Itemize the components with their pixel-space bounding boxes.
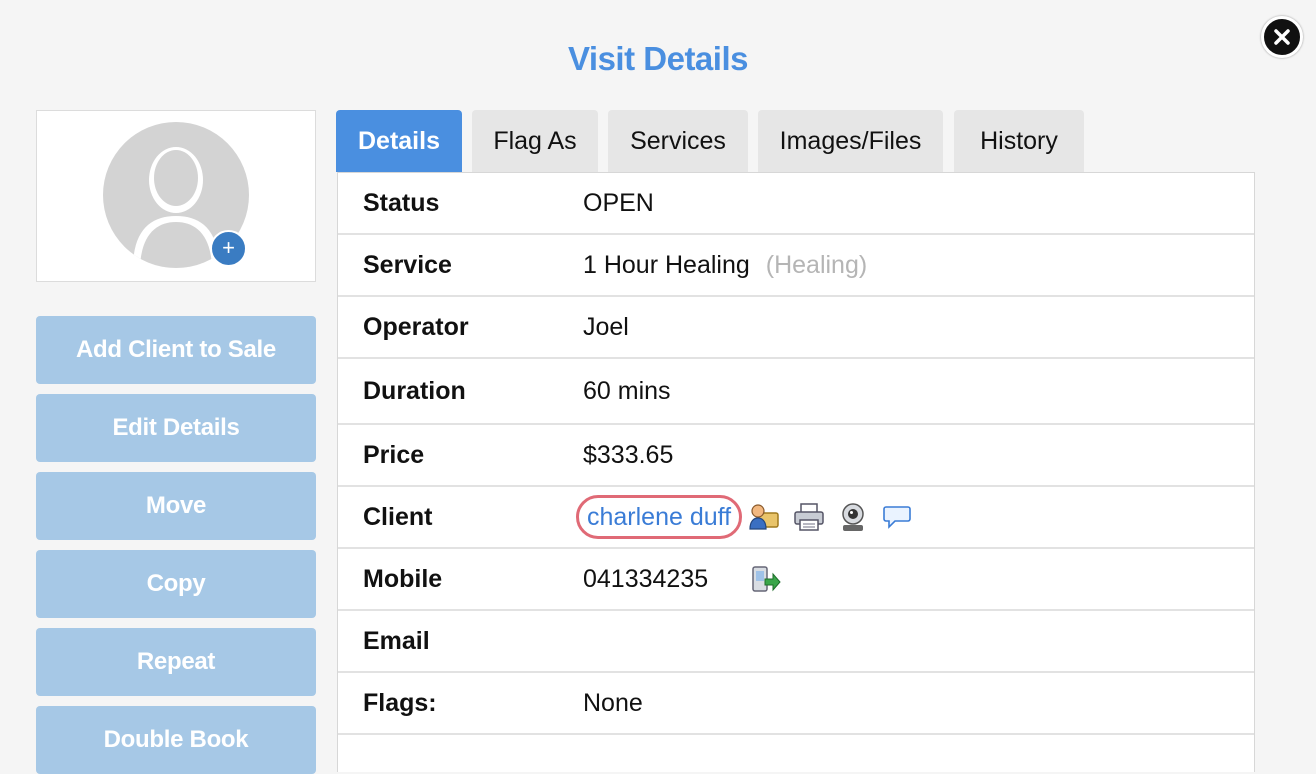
service-category: (Healing) — [765, 251, 868, 279]
avatar-panel: + — [36, 110, 316, 282]
mobile-value: 041334235 — [583, 565, 709, 593]
flags-label: Flags: — [363, 689, 437, 717]
status-label: Status — [363, 189, 440, 217]
operator-label: Operator — [363, 313, 469, 341]
service-value: 1 Hour Healing — [583, 251, 750, 279]
details-table: Status OPEN Service 1 Hour Healing (Heali… — [337, 172, 1255, 772]
row-price: Price $333.65 — [338, 425, 1254, 487]
tab-services[interactable]: Services — [608, 110, 748, 172]
tab-details[interactable]: Details — [336, 110, 462, 172]
price-value: $333.65 — [583, 441, 674, 469]
row-status: Status OPEN — [338, 173, 1254, 235]
double-book-button[interactable]: Double Book — [36, 706, 316, 774]
row-client: Client charlene duff — [338, 487, 1254, 549]
row-flags: Flags: None — [338, 673, 1254, 735]
message-icon[interactable] — [883, 503, 911, 536]
add-photo-button[interactable]: + — [210, 230, 247, 267]
duration-value: 60 mins — [583, 377, 671, 405]
dialog-title: Visit Details — [568, 40, 748, 77]
add-client-to-sale-button[interactable]: Add Client to Sale — [36, 316, 316, 384]
tab-images-files[interactable]: Images/Files — [758, 110, 943, 172]
service-value-wrap: 1 Hour Healing (Healing) — [583, 235, 867, 295]
tab-flag-as[interactable]: Flag As — [472, 110, 598, 172]
client-label: Client — [363, 503, 433, 531]
copy-button[interactable]: Copy — [36, 550, 316, 618]
email-label: Email — [363, 627, 430, 655]
row-service: Service 1 Hour Healing (Healing) — [338, 235, 1254, 297]
operator-value: Joel — [583, 313, 629, 341]
send-sms-icon[interactable] — [751, 565, 781, 600]
row-duration: Duration 60 mins — [338, 359, 1254, 425]
price-label: Price — [363, 441, 425, 469]
row-email: Email — [338, 611, 1254, 673]
status-value: OPEN — [583, 189, 654, 217]
repeat-button[interactable]: Repeat — [36, 628, 316, 696]
client-card-icon[interactable] — [748, 501, 780, 538]
print-icon[interactable] — [793, 502, 825, 537]
row-mobile: Mobile 041334235 — [338, 549, 1254, 611]
tab-history[interactable]: History — [954, 110, 1084, 172]
flags-value: None — [583, 689, 643, 717]
edit-details-button[interactable]: Edit Details — [36, 394, 316, 462]
mobile-label: Mobile — [363, 565, 443, 593]
service-label: Service — [363, 251, 452, 279]
move-button[interactable]: Move — [36, 472, 316, 540]
duration-label: Duration — [363, 377, 466, 405]
row-operator: Operator Joel — [338, 297, 1254, 359]
webcam-icon[interactable] — [837, 501, 869, 538]
client-name-link[interactable]: charlene duff — [576, 495, 743, 539]
